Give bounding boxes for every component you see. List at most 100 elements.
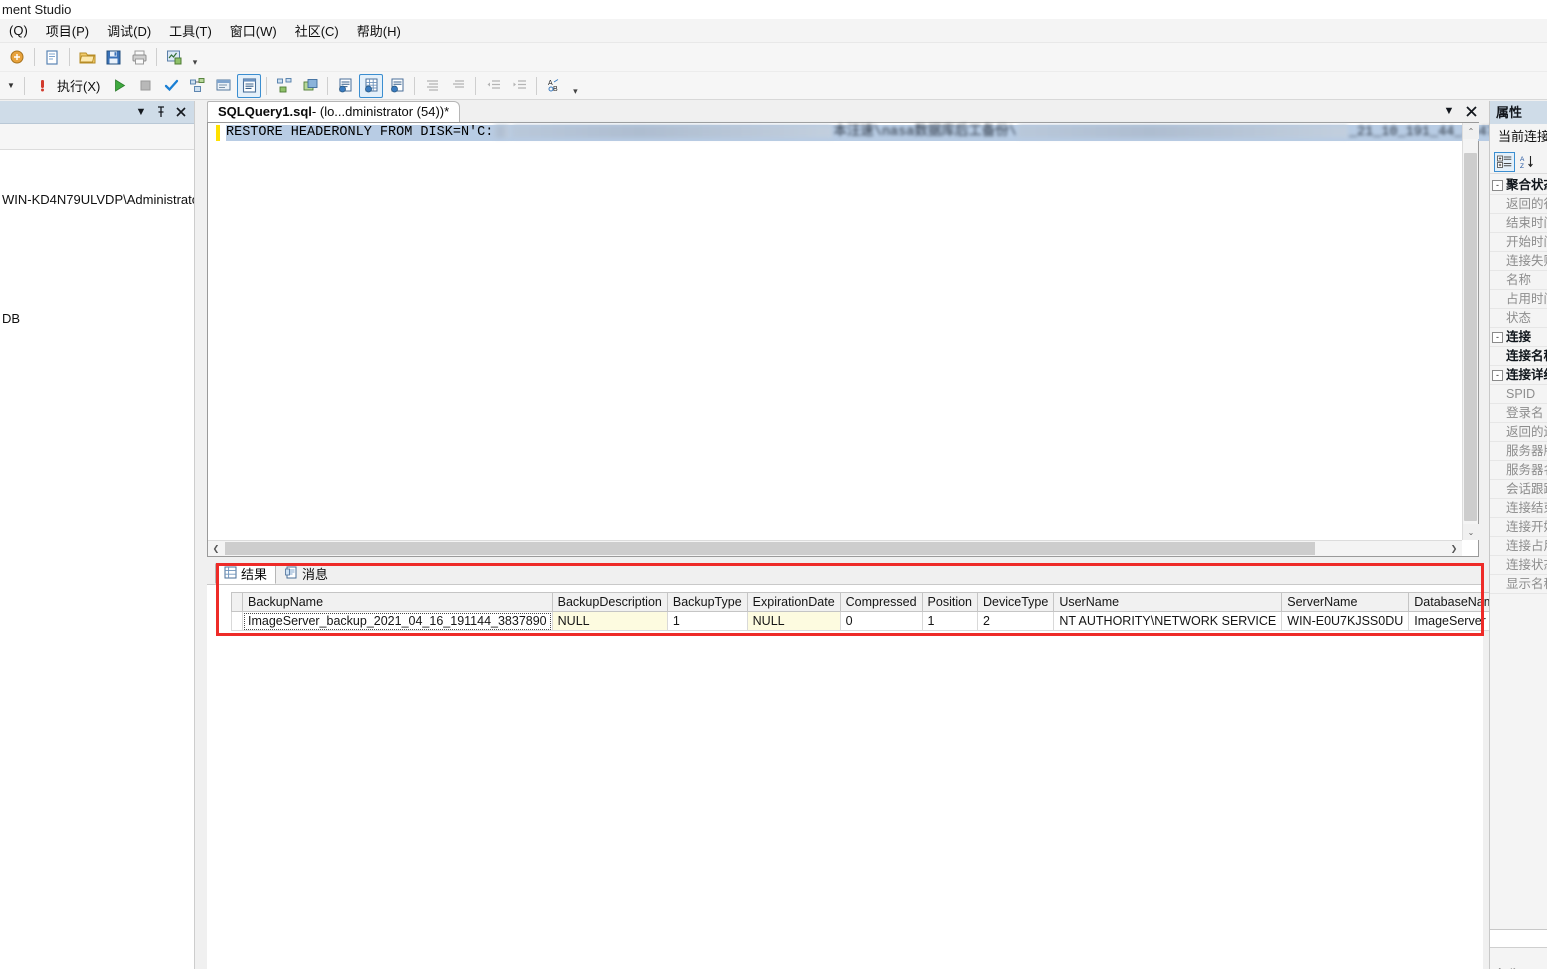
sql-editor[interactable]: RESTORE HEADERONLY FROM DISK=N'C:本汪速\nas… <box>207 122 1479 557</box>
col-servername[interactable]: ServerName <box>1282 593 1409 612</box>
horizontal-scroll-thumb[interactable] <box>225 542 1315 555</box>
col-backupdescription[interactable]: BackupDescription <box>552 593 667 612</box>
editor-vertical-scrollbar[interactable]: ⌃ ⌄ <box>1462 123 1478 540</box>
property-row[interactable]: 名称 <box>1490 271 1547 290</box>
scroll-down-arrow[interactable]: ⌄ <box>1463 524 1479 540</box>
property-row[interactable]: 连接开始 <box>1490 518 1547 537</box>
collapse-expander-icon[interactable]: - <box>1492 180 1503 191</box>
property-row[interactable]: -连接 <box>1490 328 1547 347</box>
print-icon[interactable] <box>127 45 151 69</box>
categorized-icon[interactable] <box>1494 152 1515 172</box>
toolbar-overflow-top[interactable]: ▾ <box>189 46 201 68</box>
property-row[interactable]: 状态 <box>1490 309 1547 328</box>
property-row[interactable]: 服务器版 <box>1490 442 1547 461</box>
col-expirationdate[interactable]: ExpirationDate <box>747 593 840 612</box>
menu-project[interactable]: 项目(P) <box>37 19 98 42</box>
cell-backupname[interactable]: ImageServer_backup_2021_04_16_191144_383… <box>243 612 553 631</box>
object-explorer-db-node[interactable]: DB <box>0 309 194 328</box>
property-row[interactable]: 连接状态 <box>1490 556 1547 575</box>
property-row[interactable]: SPID <box>1490 385 1547 404</box>
property-row[interactable]: -连接详细 <box>1490 366 1547 385</box>
property-row[interactable]: -聚合状态 <box>1490 176 1547 195</box>
collapse-expander-icon[interactable]: - <box>1492 370 1503 381</box>
open-folder-icon[interactable] <box>75 45 99 69</box>
results-to-text-icon[interactable] <box>237 74 261 98</box>
properties-list[interactable]: -聚合状态返回的行结束时间开始时间连接失败名称占用时间状态-连接连接名称-连接详… <box>1490 174 1547 594</box>
pin-icon[interactable] <box>152 103 170 121</box>
debug-icon[interactable] <box>30 74 54 98</box>
new-document-icon[interactable] <box>40 45 64 69</box>
col-backupname[interactable]: BackupName <box>243 593 553 612</box>
new-query-icon[interactable] <box>5 45 29 69</box>
property-row[interactable]: 会话跟踪 <box>1490 480 1547 499</box>
toolbar-overflow-main[interactable]: ▾ <box>569 75 581 97</box>
cell-backuptype[interactable]: 1 <box>667 612 747 631</box>
results-grid-container[interactable]: BackupName BackupDescription BackupType … <box>207 585 1483 969</box>
chevron-down-icon[interactable]: ▼ <box>1441 103 1457 119</box>
results-to-text2-icon[interactable] <box>333 74 357 98</box>
object-explorer-tree[interactable]: WIN-KD4N79ULVDP\Administrato DB <box>0 150 194 328</box>
property-row[interactable]: 占用时间 <box>1490 290 1547 309</box>
col-devicetype[interactable]: DeviceType <box>978 593 1054 612</box>
save-icon[interactable] <box>101 45 125 69</box>
row-selector[interactable] <box>232 612 243 631</box>
tab-sqlquery1[interactable]: SQLQuery1.sql - (lo...dministrator (54))… <box>207 101 460 122</box>
property-row[interactable]: 登录名 <box>1490 404 1547 423</box>
collapse-expander-icon[interactable]: - <box>1492 332 1503 343</box>
menu-help[interactable]: 帮助(H) <box>348 19 410 42</box>
execute-play-icon[interactable] <box>107 74 131 98</box>
scroll-left-arrow[interactable]: ❮ <box>208 541 224 556</box>
query-options-icon[interactable] <box>211 74 235 98</box>
cell-expirationdate[interactable]: NULL <box>747 612 840 631</box>
col-compressed[interactable]: Compressed <box>840 593 922 612</box>
menu-tools[interactable]: 工具(T) <box>160 19 221 42</box>
cell-devicetype[interactable]: 2 <box>978 612 1054 631</box>
alphabetical-sort-icon[interactable]: A Z <box>1517 152 1538 172</box>
parse-check-icon[interactable] <box>159 74 183 98</box>
menu-community[interactable]: 社区(C) <box>286 19 348 42</box>
property-row[interactable]: 显示名称 <box>1490 575 1547 594</box>
scroll-up-arrow[interactable]: ⌃ <box>1463 123 1479 139</box>
sql-code-line[interactable]: RESTORE HEADERONLY FROM DISK=N'C:本汪速\nas… <box>226 125 1547 141</box>
row-header-corner[interactable] <box>232 593 243 612</box>
cell-position[interactable]: 1 <box>922 612 977 631</box>
menu-query[interactable]: (Q) <box>0 21 37 40</box>
results-to-grid-icon[interactable] <box>359 74 383 98</box>
results-to-file-icon[interactable] <box>385 74 409 98</box>
cell-compressed[interactable]: 0 <box>840 612 922 631</box>
include-actual-plan-icon[interactable] <box>272 74 296 98</box>
display-estimated-plan-icon[interactable] <box>185 74 209 98</box>
close-icon[interactable] <box>172 103 190 121</box>
table-row[interactable]: ImageServer_backup_2021_04_16_191144_383… <box>232 612 1547 631</box>
property-row[interactable]: 连接结束 <box>1490 499 1547 518</box>
editor-horizontal-scrollbar[interactable]: ❮ ❯ <box>208 540 1462 556</box>
tab-messages[interactable]: 消息 <box>276 563 337 584</box>
col-backuptype[interactable]: BackupType <box>667 593 747 612</box>
cell-username[interactable]: NT AUTHORITY\NETWORK SERVICE <box>1054 612 1282 631</box>
col-username[interactable]: UserName <box>1054 593 1282 612</box>
menu-debug[interactable]: 调试(D) <box>98 19 160 42</box>
execute-button[interactable]: 执行(X) <box>55 76 106 95</box>
analyze-query-icon[interactable] <box>162 45 186 69</box>
property-row[interactable]: 开始时间 <box>1490 233 1547 252</box>
property-row[interactable]: 连接占用 <box>1490 537 1547 556</box>
results-grid[interactable]: BackupName BackupDescription BackupType … <box>231 592 1547 631</box>
include-client-statistics-icon[interactable] <box>298 74 322 98</box>
vertical-scroll-thumb[interactable] <box>1464 153 1477 521</box>
property-row[interactable]: 结束时间 <box>1490 214 1547 233</box>
property-row[interactable]: 连接名称 <box>1490 347 1547 366</box>
menu-window[interactable]: 窗口(W) <box>221 19 286 42</box>
property-row[interactable]: 返回的行 <box>1490 195 1547 214</box>
property-row[interactable]: 连接失败 <box>1490 252 1547 271</box>
close-icon[interactable] <box>1463 103 1479 119</box>
object-explorer-server-node[interactable]: WIN-KD4N79ULVDP\Administrato <box>0 190 194 209</box>
property-row[interactable]: 返回的连 <box>1490 423 1547 442</box>
tab-results[interactable]: 结果 <box>215 563 276 584</box>
specify-values-icon[interactable]: A B <box>542 74 566 98</box>
cell-servername[interactable]: WIN-E0U7KJSS0DU <box>1282 612 1409 631</box>
cell-backupdescription[interactable]: NULL <box>552 612 667 631</box>
available-databases-dropdown[interactable]: ▼ <box>2 75 20 97</box>
property-row[interactable]: 服务器名 <box>1490 461 1547 480</box>
col-position[interactable]: Position <box>922 593 977 612</box>
scroll-right-arrow[interactable]: ❯ <box>1446 541 1462 556</box>
